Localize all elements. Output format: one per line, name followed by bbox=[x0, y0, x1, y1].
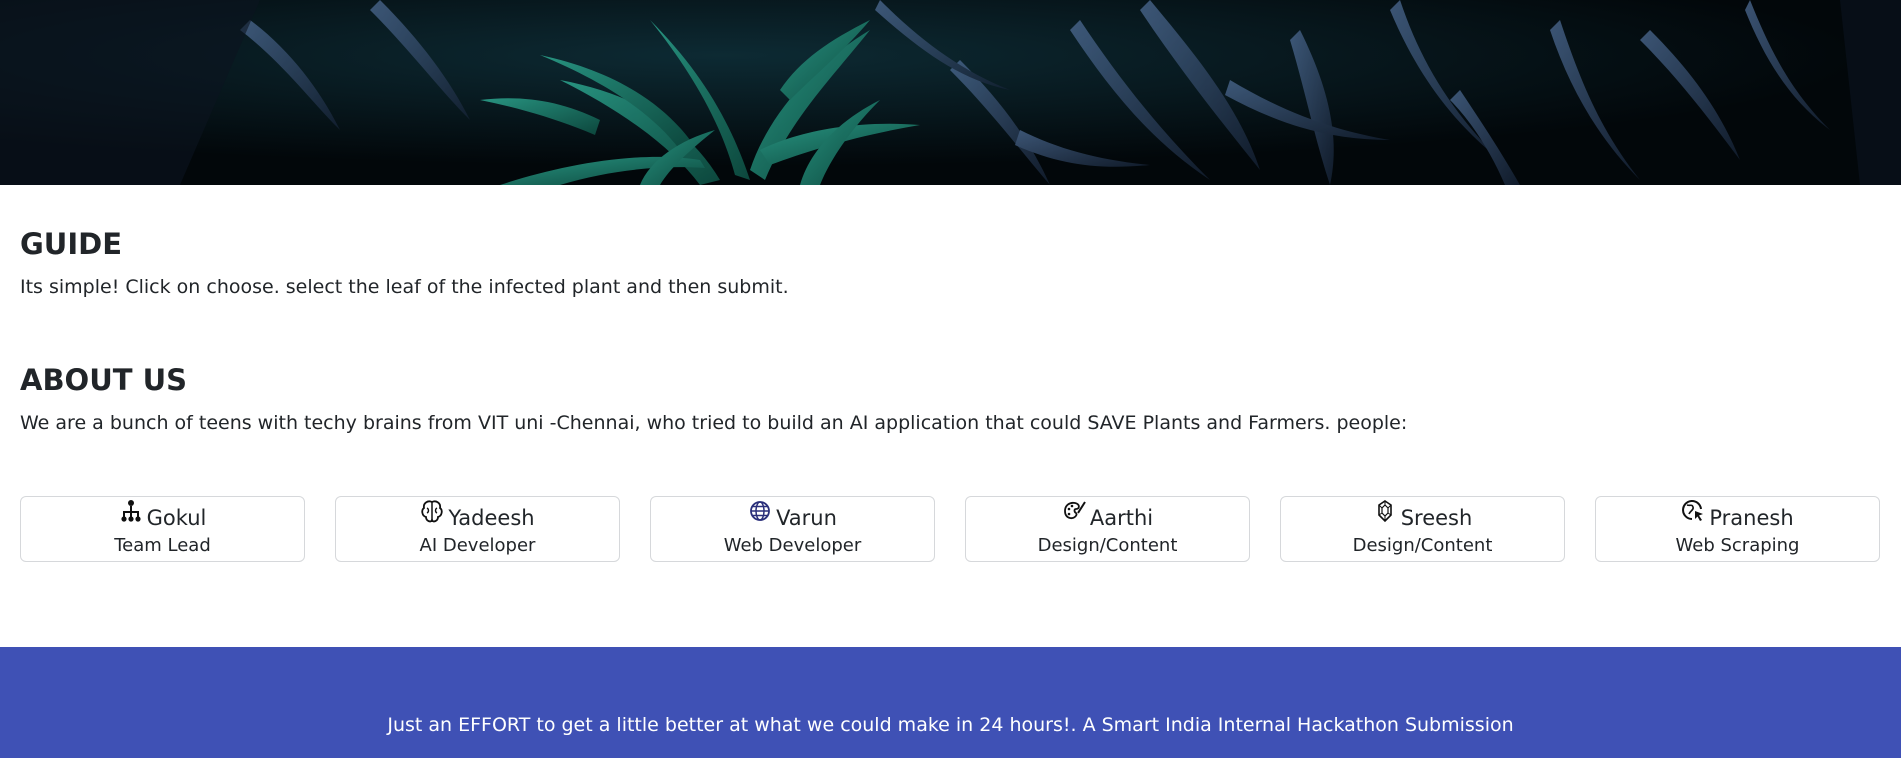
globe-icon bbox=[748, 499, 772, 525]
about-text: We are a bunch of teens with techy brain… bbox=[20, 412, 1408, 434]
team-card-gokul: Gokul Team Lead bbox=[20, 496, 305, 562]
footer: Just an EFFORT to get a little better at… bbox=[0, 647, 1901, 758]
brain-icon bbox=[420, 499, 444, 525]
team-member-name: Sreesh bbox=[1400, 506, 1473, 530]
palette-icon bbox=[1062, 499, 1086, 525]
team-member-name: Varun bbox=[776, 506, 837, 530]
about-heading: ABOUT US bbox=[20, 363, 188, 397]
globe-cursor-icon bbox=[1681, 499, 1705, 525]
team-cards: Gokul Team Lead Yadeesh AI Developer Var… bbox=[20, 496, 1882, 563]
team-member-role: Design/Content bbox=[1037, 535, 1178, 556]
team-card-pranesh: Pranesh Web Scraping bbox=[1595, 496, 1880, 562]
hero-banner-image bbox=[0, 0, 1901, 185]
gem-icon bbox=[1373, 499, 1397, 525]
team-card-yadeesh: Yadeesh AI Developer bbox=[335, 496, 620, 562]
guide-heading: GUIDE bbox=[20, 227, 123, 261]
team-member-name: Aarthi bbox=[1089, 506, 1154, 530]
team-card-aarthi: Aarthi Design/Content bbox=[965, 496, 1250, 562]
team-member-name: Pranesh bbox=[1709, 506, 1794, 530]
team-member-role: Web Developer bbox=[723, 535, 862, 556]
team-card-sreesh: Sreesh Design/Content bbox=[1280, 496, 1565, 562]
team-member-name: Gokul bbox=[146, 506, 207, 530]
team-member-role: Team Lead bbox=[114, 535, 211, 556]
org-chart-icon bbox=[119, 499, 143, 525]
guide-text: Its simple! Click on choose. select the … bbox=[20, 276, 789, 298]
team-member-role: Design/Content bbox=[1352, 535, 1493, 556]
footer-text: Just an EFFORT to get a little better at… bbox=[387, 714, 1514, 736]
team-member-name: Yadeesh bbox=[448, 506, 535, 530]
team-member-role: AI Developer bbox=[419, 535, 536, 556]
team-card-varun: Varun Web Developer bbox=[650, 496, 935, 562]
team-member-role: Web Scraping bbox=[1675, 535, 1800, 556]
